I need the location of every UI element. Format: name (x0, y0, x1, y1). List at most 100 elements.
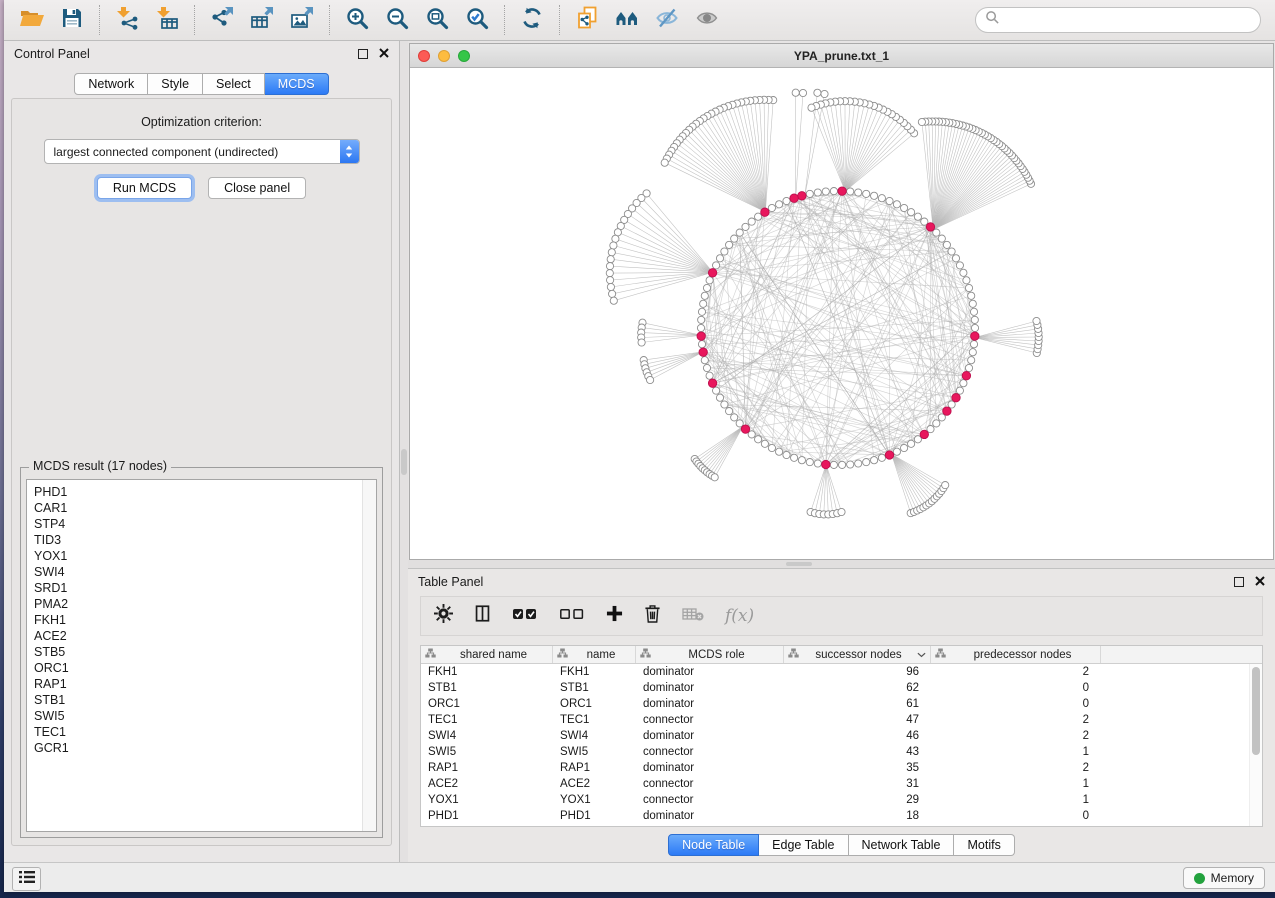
run-mcds-button[interactable]: Run MCDS (97, 177, 192, 199)
mcds-result-node[interactable]: STB1 (27, 692, 376, 708)
search-input[interactable] (1005, 12, 1251, 28)
window-minimize-button[interactable] (438, 50, 450, 62)
hide-selected-button[interactable] (647, 2, 687, 38)
close-panel-button[interactable]: Close panel (208, 177, 306, 199)
mcds-result-node[interactable]: CAR1 (27, 500, 376, 516)
table-row[interactable]: PHD1PHD1dominator180 (421, 808, 1262, 824)
tab-motifs[interactable]: Motifs (954, 834, 1014, 856)
vertical-splitter[interactable] (400, 41, 408, 862)
zoom-selected-button[interactable] (457, 2, 497, 38)
mcds-result-node[interactable]: SWI5 (27, 708, 376, 724)
deselect-all-rows-button[interactable] (559, 607, 585, 626)
refresh-view-button[interactable] (512, 2, 552, 38)
mcds-result-node[interactable]: FKH1 (27, 612, 376, 628)
window-close-button[interactable] (418, 50, 430, 62)
column-header-successor-nodes[interactable]: successor nodes (784, 646, 931, 663)
window-zoom-button[interactable] (458, 50, 470, 62)
import-network-button[interactable] (107, 2, 147, 38)
mcds-result-node[interactable]: GCR1 (27, 740, 376, 756)
mcds-result-node[interactable]: STB5 (27, 644, 376, 660)
column-header-MCDS-role[interactable]: MCDS role (636, 646, 784, 663)
table-row[interactable]: FKH1FKH1dominator962 (421, 664, 1262, 680)
close-panel-icon[interactable] (1255, 575, 1265, 589)
close-panel-icon[interactable] (379, 47, 389, 61)
export-table-button[interactable] (242, 2, 282, 38)
tab-network-table[interactable]: Network Table (849, 834, 955, 856)
select-all-rows-button[interactable] (512, 607, 538, 626)
import-table-button[interactable] (147, 2, 187, 38)
table-row[interactable]: SWI4SWI4dominator462 (421, 728, 1262, 744)
table-settings-button[interactable] (434, 604, 453, 628)
mcds-result-node[interactable]: RAP1 (27, 676, 376, 692)
tab-network[interactable]: Network (74, 73, 148, 95)
delete-column-button[interactable] (644, 604, 661, 628)
column-header-predecessor-nodes[interactable]: predecessor nodes (931, 646, 1101, 663)
horizontal-splitter[interactable] (408, 560, 1275, 568)
network-graph[interactable] (410, 68, 1273, 559)
criterion-dropdown[interactable]: largest connected component (undirected) (44, 139, 360, 164)
table-row[interactable]: YOX1YOX1connector291 (421, 792, 1262, 808)
column-header-shared-name[interactable]: shared name (421, 646, 553, 663)
tab-edge-table[interactable]: Edge Table (759, 834, 848, 856)
mcds-list-scrollbar[interactable] (362, 480, 376, 831)
table-cell: connector (636, 746, 784, 758)
table-cell: connector (636, 778, 784, 790)
mcds-result-node[interactable]: ACE2 (27, 628, 376, 644)
tab-node-table[interactable]: Node Table (668, 834, 759, 856)
mcds-result-node[interactable]: SWI4 (27, 564, 376, 580)
network-titlebar[interactable]: YPA_prune.txt_1 (410, 44, 1273, 68)
table-row[interactable]: ORC1ORC1dominator610 (421, 696, 1262, 712)
vertical-splitter-grip[interactable] (401, 449, 407, 475)
function-builder-button[interactable]: f(x) (725, 606, 754, 626)
table-cell: ORC1 (421, 698, 553, 710)
dropdown-stepper-icon[interactable] (340, 140, 359, 163)
horizontal-splitter-grip[interactable] (786, 562, 812, 566)
float-panel-icon[interactable] (358, 49, 368, 59)
mcds-result-node[interactable]: STP4 (27, 516, 376, 532)
duplicate-network-button[interactable] (567, 2, 607, 38)
tab-mcds[interactable]: MCDS (265, 73, 329, 95)
table-row[interactable]: SWI5SWI5connector431 (421, 744, 1262, 760)
export-network-button[interactable] (202, 2, 242, 38)
mcds-result-node[interactable]: TID3 (27, 532, 376, 548)
show-columns-button[interactable] (474, 604, 491, 628)
table-cell: 46 (784, 730, 931, 742)
memory-button[interactable]: Memory (1183, 867, 1265, 889)
mcds-result-node[interactable]: PHD1 (27, 484, 376, 500)
first-neighbors-button[interactable] (607, 2, 647, 38)
network-canvas[interactable] (410, 68, 1273, 559)
eye-slash-icon (655, 6, 679, 35)
table-cell: dominator (636, 666, 784, 678)
open-file-button[interactable] (12, 2, 52, 38)
mcds-result-node[interactable]: SRD1 (27, 580, 376, 596)
mcds-result-node[interactable]: PMA2 (27, 596, 376, 612)
mcds-result-node[interactable]: ORC1 (27, 660, 376, 676)
export-image-button[interactable] (282, 2, 322, 38)
zoom-in-button[interactable] (337, 2, 377, 38)
table-scrollbar-thumb[interactable] (1252, 667, 1260, 755)
table-cell: FKH1 (421, 666, 553, 678)
float-panel-icon[interactable] (1234, 577, 1244, 587)
table-row[interactable]: ACE2ACE2connector311 (421, 776, 1262, 792)
create-column-button[interactable] (606, 605, 623, 627)
show-all-button[interactable] (687, 2, 727, 38)
tab-select[interactable]: Select (203, 73, 265, 95)
task-history-button[interactable] (12, 867, 41, 891)
zoom-out-button[interactable] (377, 2, 417, 38)
tab-style[interactable]: Style (148, 73, 203, 95)
table-scrollbar[interactable] (1249, 664, 1262, 826)
mcds-result-node[interactable]: YOX1 (27, 548, 376, 564)
delete-table-button[interactable] (682, 607, 704, 626)
search-box[interactable] (975, 7, 1261, 33)
table-cell: 43 (784, 746, 931, 758)
zoom-fit-button[interactable] (417, 2, 457, 38)
export-image-icon (290, 6, 314, 35)
mcds-result-list[interactable]: PHD1CAR1STP4TID3YOX1SWI4SRD1PMA2FKH1ACE2… (26, 479, 377, 832)
mcds-result-node[interactable]: TEC1 (27, 724, 376, 740)
save-session-button[interactable] (52, 2, 92, 38)
refresh-icon (520, 6, 544, 35)
table-row[interactable]: TEC1TEC1connector472 (421, 712, 1262, 728)
column-header-name[interactable]: name (553, 646, 636, 663)
table-row[interactable]: RAP1RAP1dominator352 (421, 760, 1262, 776)
table-row[interactable]: STB1STB1dominator620 (421, 680, 1262, 696)
